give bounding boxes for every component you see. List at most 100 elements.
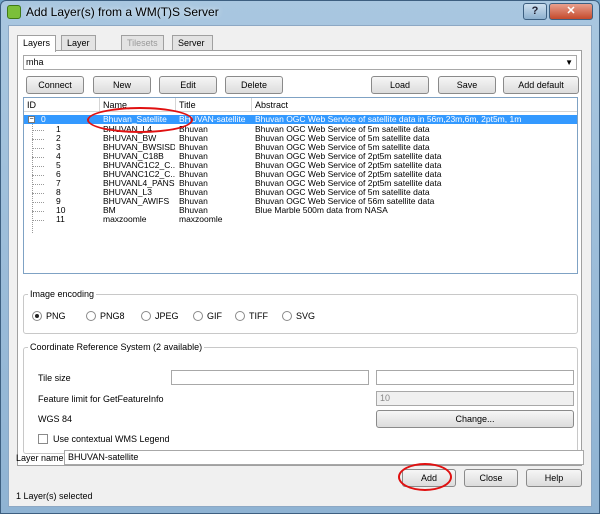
tree-branch xyxy=(32,175,44,176)
window-title: Add Layer(s) from a WM(T)S Server xyxy=(26,5,219,19)
crs-value: WGS 84 xyxy=(38,414,73,424)
layer-name: BHUVAN_L3 xyxy=(103,188,152,197)
layer-row-6[interactable]: 6 BHUVANC1C2_C... Bhuvan Bhuvan OGC Web … xyxy=(24,170,577,179)
column-header-name[interactable]: Name xyxy=(100,98,176,112)
layer-id: 10 xyxy=(56,206,66,215)
layer-row-3[interactable]: 3 BHUVAN_BWSISDP Bhuvan Bhuvan OGC Web S… xyxy=(24,143,577,152)
connection-combobox[interactable]: mha ▼ xyxy=(23,55,577,70)
change-crs-button[interactable]: Change... xyxy=(376,410,574,428)
tile-width-input[interactable] xyxy=(171,370,369,385)
column-header-title[interactable]: Title xyxy=(176,98,252,112)
layer-name-input[interactable]: BHUVAN-satellite xyxy=(64,450,584,465)
delete-button[interactable]: Delete xyxy=(225,76,283,94)
new-button[interactable]: New xyxy=(93,76,151,94)
layer-row-4[interactable]: 4 BHUVAN_C18B Bhuvan Bhuvan OGC Web Serv… xyxy=(24,152,577,161)
layer-id: 2 xyxy=(56,134,61,143)
image-encoding-group: Image encoding PNG PNG8 JPEG GIF TIFF SV… xyxy=(23,289,578,334)
layer-abstract: Bhuvan OGC Web Service of 56m satellite … xyxy=(255,197,435,206)
tree-branch xyxy=(32,211,44,212)
radio-label: SVG xyxy=(296,311,316,321)
radio-icon[interactable] xyxy=(282,311,292,321)
layer-abstract: Bhuvan OGC Web Service of satellite data… xyxy=(255,115,522,124)
layers-tab-pane: mha ▼ Connect New Edit Delete Load Save … xyxy=(17,50,582,466)
tab-layer-order[interactable]: Layer Order xyxy=(61,35,97,62)
layer-title: Bhuvan xyxy=(179,152,208,161)
add-button[interactable]: Add xyxy=(402,469,456,487)
close-button[interactable]: Close xyxy=(464,469,518,487)
layer-name: BHUVAN_C18B xyxy=(103,152,164,161)
layer-row-10[interactable]: 10 BM Bhuvan Blue Marble 500m data from … xyxy=(24,206,577,215)
layer-id: 0 xyxy=(41,115,46,124)
title-close-button[interactable]: ✕ xyxy=(549,3,593,20)
column-header-id[interactable]: ID xyxy=(24,98,100,112)
layer-row-5[interactable]: 5 BHUVANC1C2_C... Bhuvan Bhuvan OGC Web … xyxy=(24,161,577,170)
layer-name-label: Layer name xyxy=(16,453,64,463)
radio-icon[interactable] xyxy=(141,311,151,321)
title-help-button[interactable]: ? xyxy=(523,3,547,20)
layer-name: BHUVAN_L4 xyxy=(103,125,152,134)
add-default-servers-button[interactable]: Add default servers xyxy=(503,76,579,106)
layer-abstract: Bhuvan OGC Web Service of 2pt5m satellit… xyxy=(255,152,442,161)
layer-row-7[interactable]: 7 BHUVANL4_PANS... Bhuvan Bhuvan OGC Web… xyxy=(24,179,577,188)
tab-layers[interactable]: Layers xyxy=(17,35,57,52)
layer-title: Bhuvan xyxy=(179,125,208,134)
title-bar[interactable]: Add Layer(s) from a WM(T)S Server ? ✕ xyxy=(1,1,599,25)
layer-id: 6 xyxy=(56,170,61,179)
tab-server-search[interactable]: Server Search xyxy=(172,35,213,62)
layer-row-9[interactable]: 9 BHUVAN_AWIFS Bhuvan Bhuvan OGC Web Ser… xyxy=(24,197,577,206)
layer-row-0[interactable]: − 0 Bhuvan_Satellite BHUVAN-satellite Bh… xyxy=(24,115,577,124)
crs-group-title: Coordinate Reference System (2 available… xyxy=(28,342,205,352)
radio-label: GIF xyxy=(207,311,222,321)
tree-branch xyxy=(32,193,44,194)
layer-name: BHUVAN_BW xyxy=(103,134,157,143)
layer-row-1[interactable]: 1 BHUVAN_L4 Bhuvan Bhuvan OGC Web Servic… xyxy=(24,125,577,134)
layer-row-2[interactable]: 2 BHUVAN_BW Bhuvan Bhuvan OGC Web Servic… xyxy=(24,134,577,143)
edit-button[interactable]: Edit xyxy=(159,76,217,94)
layer-id: 7 xyxy=(56,179,61,188)
layer-id: 9 xyxy=(56,197,61,206)
save-button[interactable]: Save xyxy=(438,76,496,94)
tab-tilesets: Tilesets xyxy=(121,35,164,51)
layer-name: BHUVANC1C2_C... xyxy=(103,170,175,179)
dialog-window: Add Layer(s) from a WM(T)S Server ? ✕ La… xyxy=(0,0,600,514)
tile-height-input[interactable] xyxy=(376,370,574,385)
tree-branch xyxy=(32,202,44,203)
layer-tree[interactable]: ID Name Title Abstract − 0 Bhuvan_Satell… xyxy=(23,97,578,274)
help-button[interactable]: Help xyxy=(526,469,582,487)
connect-button[interactable]: Connect xyxy=(26,76,84,94)
dialog-client-area: Layers Layer Order Tilesets Server Searc… xyxy=(8,25,592,507)
layer-id: 4 xyxy=(56,152,61,161)
feature-limit-label: Feature limit for GetFeatureInfo xyxy=(38,394,164,404)
contextual-legend-checkbox[interactable] xyxy=(38,434,48,444)
radio-icon[interactable] xyxy=(86,311,96,321)
layer-name: BHUVAN_BWSISDP xyxy=(103,143,175,152)
tree-branch xyxy=(32,166,44,167)
layer-row-8[interactable]: 8 BHUVAN_L3 Bhuvan Bhuvan OGC Web Servic… xyxy=(24,188,577,197)
layer-title: Bhuvan xyxy=(179,161,208,170)
layer-title: BHUVAN-satellite xyxy=(179,115,246,124)
layer-abstract: Blue Marble 500m data from NASA xyxy=(255,206,388,215)
layer-abstract: Bhuvan OGC Web Service of 2pt5m satellit… xyxy=(255,170,442,179)
tree-branch xyxy=(32,139,44,140)
crs-group: Coordinate Reference System (2 available… xyxy=(23,342,578,454)
layer-title: Bhuvan xyxy=(179,206,208,215)
radio-label: PNG8 xyxy=(100,311,125,321)
layer-row-11[interactable]: 11 maxzoomle maxzoomle xyxy=(24,215,577,224)
status-text: 1 Layer(s) selected xyxy=(16,491,93,501)
chevron-down-icon[interactable]: ▼ xyxy=(565,56,573,69)
load-button[interactable]: Load xyxy=(371,76,429,94)
layer-abstract: Bhuvan OGC Web Service of 2pt5m satellit… xyxy=(255,179,442,188)
column-header-abstract[interactable]: Abstract xyxy=(252,98,577,112)
radio-icon[interactable] xyxy=(235,311,245,321)
layer-name: BM xyxy=(103,206,116,215)
layer-name: BHUVAN_AWIFS xyxy=(103,197,170,206)
collapse-icon[interactable]: − xyxy=(28,116,35,123)
layer-title: Bhuvan xyxy=(179,170,208,179)
layer-id: 11 xyxy=(56,215,65,224)
layer-title: Bhuvan xyxy=(179,143,208,152)
radio-label: PNG xyxy=(46,311,66,321)
layer-title: Bhuvan xyxy=(179,134,208,143)
radio-selected-icon[interactable] xyxy=(32,311,42,321)
radio-icon[interactable] xyxy=(193,311,203,321)
layer-abstract: Bhuvan OGC Web Service of 5m satellite d… xyxy=(255,188,430,197)
